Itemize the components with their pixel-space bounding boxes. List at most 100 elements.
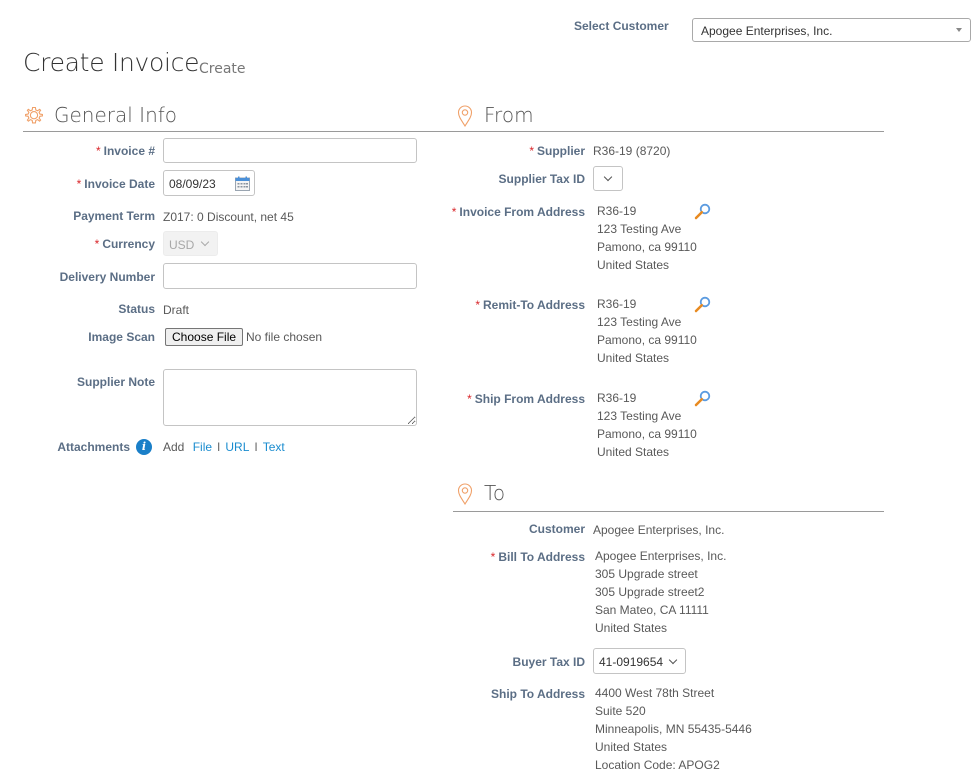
- address-line: Pamono, ca 99110: [597, 427, 697, 441]
- label-text: Supplier: [536, 144, 585, 158]
- page-title: Create Invoice: [23, 48, 200, 77]
- invoice-number-label: * Invoice #: [96, 144, 155, 158]
- calendar-icon[interactable]: [235, 176, 250, 194]
- customer-select[interactable]: Apogee Enterprises, Inc.: [692, 18, 971, 42]
- section-title-to: To: [484, 481, 506, 505]
- address-line: 123 Testing Ave: [597, 222, 682, 236]
- bill-to-address-label: * Bill To Address: [491, 550, 585, 564]
- delivery-number-input[interactable]: [163, 263, 417, 289]
- address-line: 123 Testing Ave: [597, 315, 682, 329]
- chevron-down-icon: [668, 655, 678, 665]
- page-subtitle: Create: [199, 61, 246, 77]
- payment-term-label: Payment Term: [73, 209, 155, 223]
- required-marker: *: [490, 550, 496, 564]
- section-divider: [23, 131, 455, 132]
- label-text: Ship From Address: [474, 392, 585, 406]
- delivery-number-label: Delivery Number: [59, 270, 155, 284]
- label-text: Remit-To Address: [482, 298, 585, 312]
- supplier-note-label: Supplier Note: [76, 375, 155, 389]
- currency-select[interactable]: USD: [163, 231, 218, 256]
- supplier-value: R36-19 (8720): [593, 144, 671, 158]
- customer-label: Customer: [528, 522, 585, 536]
- ship-from-address: R36-19 123 Testing Ave Pamono, ca 99110 …: [597, 389, 697, 461]
- required-marker: *: [94, 237, 100, 251]
- add-url-link[interactable]: URL: [225, 440, 249, 454]
- select-customer-label: Select Customer: [574, 19, 669, 33]
- buyer-tax-id-value: 41-0919654: [599, 655, 664, 669]
- ship-to-address: 4400 West 78th Street Suite 520 Minneapo…: [595, 684, 752, 774]
- address-line: 305 Upgrade street: [595, 567, 698, 581]
- currency-value: USD: [169, 238, 195, 252]
- address-line: United States: [597, 445, 670, 459]
- address-line: San Mateo, CA 11111: [595, 603, 709, 617]
- invoice-date-value: 08/09/23: [169, 177, 216, 191]
- payment-term-value: Z017: 0 Discount, net 45: [163, 210, 294, 224]
- map-pin-icon: [457, 483, 473, 508]
- required-marker: *: [467, 392, 472, 406]
- ship-from-address-label: * Ship From Address: [467, 392, 585, 406]
- address-line: 123 Testing Ave: [597, 409, 682, 423]
- address-line: 305 Upgrade street2: [595, 585, 705, 599]
- search-icon[interactable]: [694, 296, 712, 316]
- address-line: R36-19: [597, 391, 637, 405]
- ship-to-address-label: Ship To Address: [490, 687, 585, 701]
- add-text: Add: [163, 440, 185, 454]
- choose-file-button[interactable]: Choose File: [165, 328, 244, 346]
- required-marker: *: [451, 205, 457, 219]
- search-icon[interactable]: [694, 390, 712, 410]
- add-text-link[interactable]: Text: [263, 440, 285, 454]
- separator: I: [254, 440, 258, 454]
- image-scan-label: Image Scan: [88, 330, 155, 344]
- address-line: Minneapolis, MN 55435-5446: [595, 722, 752, 736]
- section-divider: [453, 131, 884, 132]
- invoice-from-address: R36-19 123 Testing Ave Pamono, ca 99110 …: [597, 202, 697, 274]
- file-chosen-text: No file chosen: [246, 330, 323, 344]
- map-pin-icon: [457, 105, 473, 130]
- label-text: Currency: [102, 237, 155, 251]
- remit-to-address-label: * Remit-To Address: [475, 298, 585, 312]
- address-line: United States: [595, 621, 668, 635]
- customer-value: Apogee Enterprises, Inc.: [593, 523, 725, 537]
- search-icon[interactable]: [694, 203, 712, 223]
- supplier-label: * Supplier: [529, 144, 585, 158]
- address-line: 4400 West 78th Street: [595, 686, 715, 700]
- section-title-from: From: [484, 103, 534, 127]
- add-file-link[interactable]: File: [193, 440, 212, 454]
- chevron-down-icon: [200, 237, 210, 247]
- buyer-tax-id-label: Buyer Tax ID: [512, 655, 585, 669]
- attachments-actions: Add File I URL I Text: [163, 440, 285, 454]
- label-text: Invoice #: [103, 144, 155, 158]
- required-marker: *: [475, 298, 480, 312]
- address-line: United States: [597, 351, 670, 365]
- required-marker: *: [76, 177, 82, 191]
- supplier-tax-id-select[interactable]: [593, 166, 623, 191]
- address-line: Pamono, ca 99110: [597, 333, 697, 347]
- caret-down-icon: [956, 28, 962, 32]
- customer-select-value: Apogee Enterprises, Inc.: [701, 24, 833, 38]
- invoice-date-input[interactable]: 08/09/23: [163, 170, 255, 196]
- label-text: Invoice Date: [84, 177, 155, 191]
- bill-to-address: Apogee Enterprises, Inc. 305 Upgrade str…: [595, 547, 726, 637]
- address-line: Location Code: APOG2: [595, 758, 720, 772]
- separator: I: [217, 440, 221, 454]
- address-line: Apogee Enterprises, Inc.: [595, 549, 727, 563]
- remit-to-address: R36-19 123 Testing Ave Pamono, ca 99110 …: [597, 295, 697, 367]
- info-icon[interactable]: i: [136, 439, 152, 455]
- status-value: Draft: [163, 303, 190, 317]
- chevron-down-icon: [603, 172, 613, 182]
- label-text: Invoice From Address: [459, 205, 585, 219]
- section-title-general-info: General Info: [54, 103, 178, 127]
- invoice-number-input[interactable]: [163, 138, 417, 163]
- gear-icon: [23, 104, 45, 128]
- address-line: R36-19: [597, 297, 637, 311]
- supplier-note-textarea[interactable]: [163, 369, 417, 426]
- required-marker: *: [529, 144, 534, 158]
- invoice-from-address-label: * Invoice From Address: [452, 205, 585, 219]
- address-line: R36-19: [597, 204, 637, 218]
- address-line: Pamono, ca 99110: [597, 240, 697, 254]
- buyer-tax-id-select[interactable]: 41-0919654: [593, 648, 686, 674]
- invoice-date-label: * Invoice Date: [77, 177, 155, 191]
- label-text: Bill To Address: [498, 550, 585, 564]
- status-label: Status: [118, 302, 155, 316]
- attachments-label: Attachments: [57, 440, 130, 454]
